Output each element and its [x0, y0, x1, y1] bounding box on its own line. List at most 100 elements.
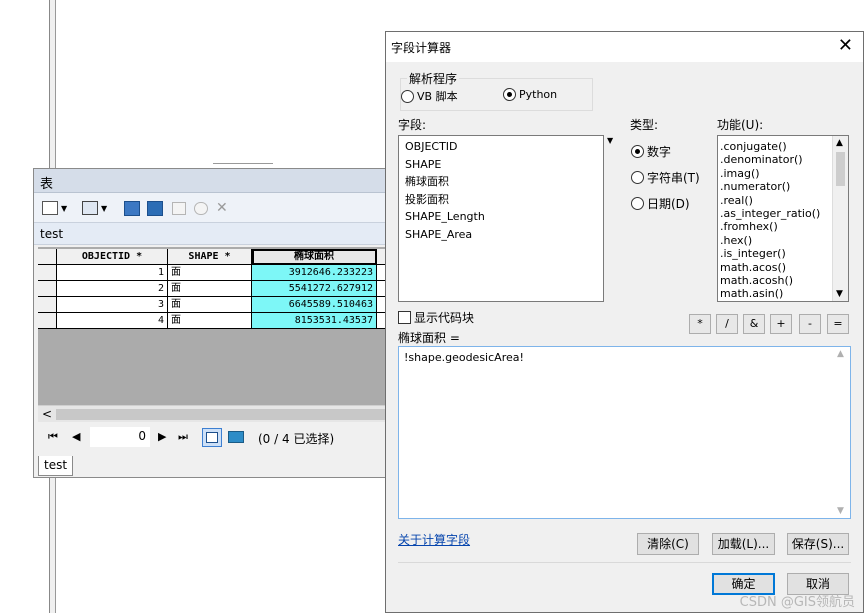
table-tab[interactable]: test — [38, 456, 74, 476]
parser-label: 解析程序 — [407, 70, 460, 87]
cell-ellipsoid-area[interactable]: 8153531.43537 — [252, 313, 377, 329]
cell-objectid[interactable]: 2 — [57, 281, 168, 297]
cell-ellipsoid-area[interactable]: 3912646.233223 — [252, 265, 377, 281]
cell-ellipsoid-area[interactable]: 5541272.627912 — [252, 281, 377, 297]
column-header-objectid[interactable]: OBJECTID * — [57, 249, 168, 265]
zoom-to-selected-button[interactable] — [194, 199, 208, 217]
operator-divide-button[interactable]: / — [716, 314, 738, 334]
list-item[interactable]: .conjugate() — [718, 140, 848, 153]
list-item[interactable]: SHAPE — [399, 156, 603, 174]
current-record-field[interactable]: 0 — [90, 427, 150, 447]
vb-script-radio[interactable]: VB 脚本 — [401, 88, 458, 104]
related-tables-button[interactable]: ▼ — [82, 199, 107, 217]
delete-selected-button[interactable]: ✕ — [216, 199, 228, 217]
cell-shape[interactable]: 面 — [168, 265, 252, 281]
list-item[interactable]: .as_integer_ratio() — [718, 207, 848, 220]
cell-shape[interactable]: 面 — [168, 281, 252, 297]
attribute-grid: OBJECTID * SHAPE * 椭球面积 1 面 3912646.2332… — [38, 247, 389, 405]
type-date-label: 日期(D) — [647, 197, 690, 211]
operator-plus-button[interactable]: + — [770, 314, 792, 334]
list-item[interactable]: .fromhex() — [718, 220, 848, 233]
list-item[interactable]: math.acosh() — [718, 274, 848, 287]
scroll-up-icon[interactable]: ▲ — [836, 138, 843, 148]
table-row[interactable]: 1 面 3912646.233223 — [38, 265, 389, 281]
row-selector[interactable] — [38, 265, 57, 281]
column-header-ellipsoid-area[interactable]: 椭球面积 — [252, 249, 377, 265]
cell-objectid[interactable]: 3 — [57, 297, 168, 313]
list-item[interactable]: .denominator() — [718, 153, 848, 166]
list-item[interactable]: 椭球面积 — [399, 173, 603, 191]
row-selector[interactable] — [38, 297, 57, 313]
zoom-to-selected-icon — [194, 201, 208, 215]
field-calculator-dialog: 字段计算器 ✕ 解析程序 VB 脚本 Python 字段: OBJECTID S… — [385, 31, 864, 613]
table-row[interactable]: 3 面 6645589.510463 — [38, 297, 389, 313]
select-all-cell[interactable] — [38, 249, 57, 265]
fields-list[interactable]: OBJECTID SHAPE 椭球面积 投影面积 SHAPE_Length SH… — [398, 135, 604, 302]
show-selected-records-button[interactable] — [228, 431, 244, 443]
row-selector[interactable] — [38, 281, 57, 297]
horizontal-scrollbar[interactable]: < — [38, 405, 389, 422]
background-divider — [213, 163, 273, 164]
expression-textbox[interactable]: !shape.geodesicArea! ▲ ▼ — [398, 346, 851, 519]
switch-selection-button[interactable] — [147, 199, 163, 217]
save-button[interactable]: 保存(S)... — [787, 533, 849, 555]
column-header-shape[interactable]: SHAPE * — [168, 249, 252, 265]
table-row[interactable]: 4 面 8153531.43537 — [38, 313, 389, 329]
list-item[interactable]: SHAPE_Area — [399, 226, 603, 244]
cell-shape[interactable]: 面 — [168, 313, 252, 329]
scroll-down-icon[interactable]: ▼ — [836, 289, 843, 299]
functions-list[interactable]: .conjugate() .denominator() .imag() .num… — [717, 135, 849, 302]
radio-icon — [631, 171, 644, 184]
select-by-attributes-button[interactable] — [124, 199, 140, 217]
previous-record-icon[interactable]: ◀ — [72, 430, 80, 443]
list-item[interactable]: .imag() — [718, 167, 848, 180]
type-string-radio[interactable]: 字符串(T) — [631, 169, 700, 186]
clear-button[interactable]: 清除(C) — [637, 533, 699, 555]
radio-icon — [401, 89, 414, 103]
radio-selected-icon — [631, 145, 644, 158]
cell-shape[interactable]: 面 — [168, 297, 252, 313]
functions-scrollbar[interactable]: ▲ ▼ — [832, 136, 848, 301]
list-item[interactable]: math.asin() — [718, 287, 848, 300]
operator-equals-button[interactable]: = — [827, 314, 849, 334]
cell-objectid[interactable]: 1 — [57, 265, 168, 281]
first-record-icon[interactable]: ⏮ — [48, 430, 58, 444]
clear-selection-button[interactable] — [172, 199, 186, 217]
scroll-down-icon[interactable]: ▼ — [837, 506, 844, 516]
last-record-icon[interactable]: ⏭ — [178, 430, 188, 444]
list-item[interactable]: OBJECTID — [399, 138, 603, 156]
scroll-left-icon[interactable]: < — [42, 407, 52, 421]
cell-objectid[interactable]: 4 — [57, 313, 168, 329]
operator-minus-button[interactable]: - — [799, 314, 821, 334]
table-row[interactable]: 2 面 5541272.627912 — [38, 281, 389, 297]
list-item[interactable]: SHAPE_Length — [399, 208, 603, 226]
cell-ellipsoid-area[interactable]: 6645589.510463 — [252, 297, 377, 313]
table-window-title: 表 — [34, 169, 387, 193]
operator-ampersand-button[interactable]: & — [743, 314, 765, 334]
load-button[interactable]: 加载(L)... — [712, 533, 775, 555]
table-options-button[interactable]: ▼ — [42, 199, 67, 217]
list-item[interactable]: .numerator() — [718, 180, 848, 193]
chevron-down-icon: ▼ — [101, 203, 108, 213]
show-all-records-button[interactable] — [202, 428, 222, 447]
list-item[interactable]: math.acos() — [718, 261, 848, 274]
operator-multiply-button[interactable]: * — [689, 314, 711, 334]
next-record-icon[interactable]: ▶ — [158, 430, 166, 443]
type-number-radio[interactable]: 数字 — [631, 143, 671, 160]
scrollbar-thumb[interactable] — [836, 152, 845, 186]
about-calculate-field-link[interactable]: 关于计算字段 — [398, 531, 470, 548]
expression-scrollbar[interactable]: ▲ ▼ — [834, 347, 850, 518]
type-date-radio[interactable]: 日期(D) — [631, 195, 690, 212]
row-selector[interactable] — [38, 313, 57, 329]
scrollbar-thumb[interactable] — [56, 409, 385, 420]
related-tables-icon — [82, 201, 98, 215]
list-item[interactable]: .hex() — [718, 234, 848, 247]
scroll-up-icon[interactable]: ▲ — [837, 349, 844, 359]
vb-script-label: VB 脚本 — [417, 90, 458, 103]
list-item[interactable]: .real() — [718, 194, 848, 207]
list-item[interactable]: 投影面积 — [399, 191, 603, 209]
show-codeblock-checkbox[interactable]: 显示代码块 — [398, 309, 474, 326]
python-radio[interactable]: Python — [503, 88, 557, 101]
close-icon[interactable]: ✕ — [838, 36, 853, 56]
list-item[interactable]: .is_integer() — [718, 247, 848, 260]
